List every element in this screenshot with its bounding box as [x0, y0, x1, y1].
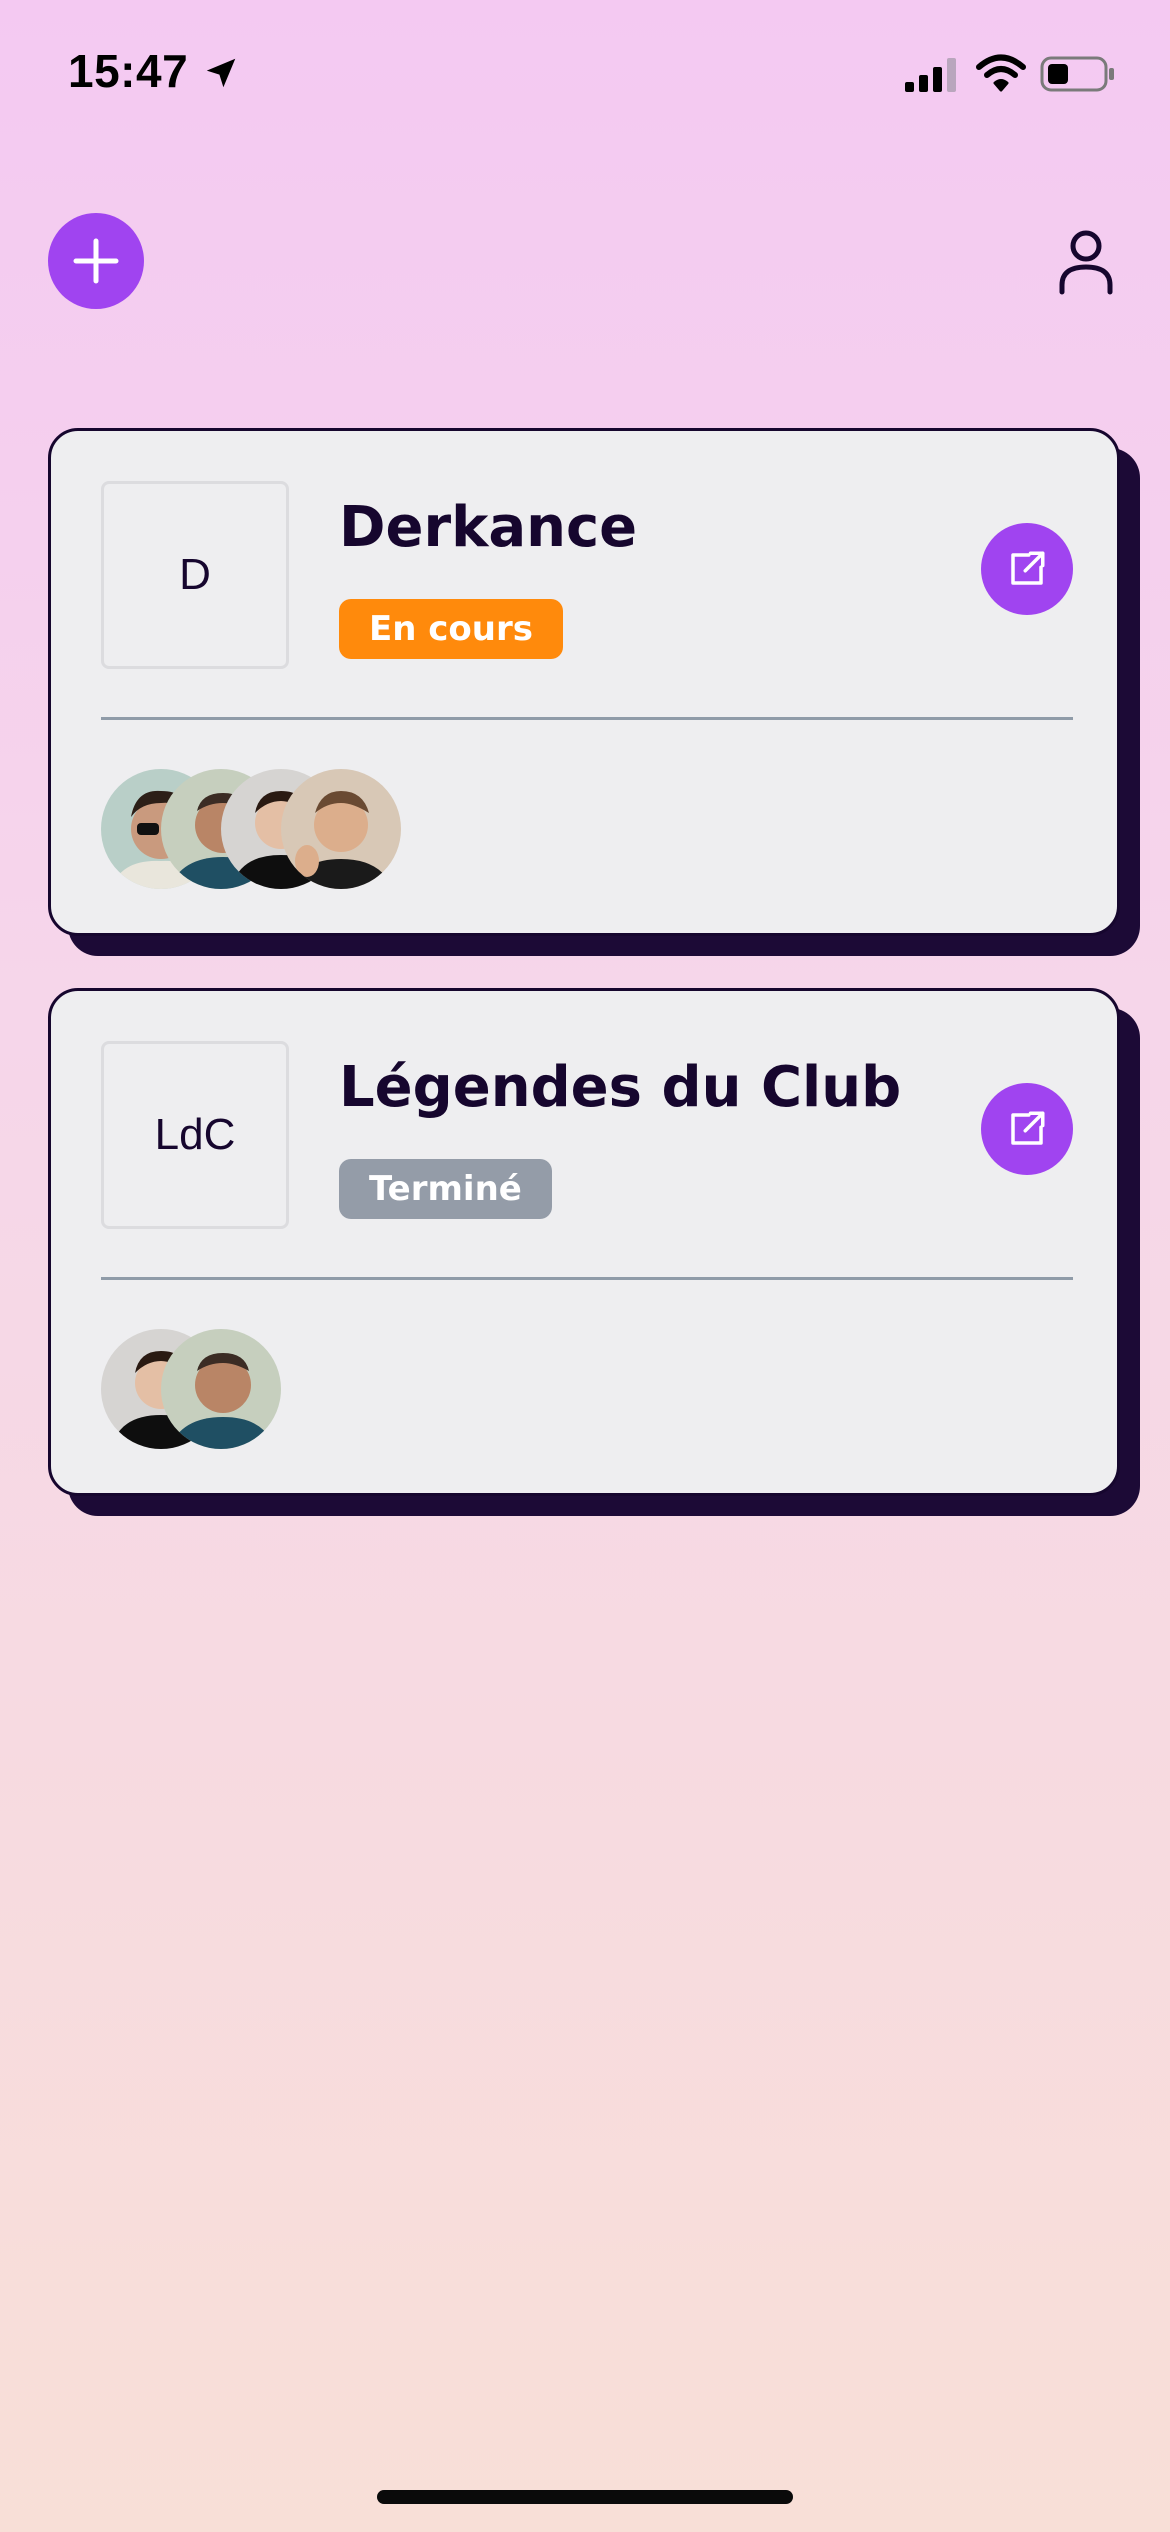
- league-thumbnail: LdC: [101, 1041, 289, 1229]
- league-thumbnail: D: [101, 481, 289, 669]
- league-card[interactable]: D Derkance En cours: [48, 428, 1120, 936]
- profile-button[interactable]: [1050, 226, 1122, 298]
- external-link-icon: [1011, 551, 1045, 585]
- status-badge: Terminé: [339, 1159, 552, 1219]
- plus-icon: [73, 238, 119, 284]
- status-badge: En cours: [339, 599, 563, 659]
- user-icon: [1059, 230, 1113, 295]
- add-league-button[interactable]: [48, 213, 144, 309]
- card-divider: [101, 1277, 1073, 1280]
- avatar: [281, 769, 401, 889]
- location-arrow-icon: [206, 58, 236, 88]
- league-title: Derkance: [339, 495, 638, 560]
- card-divider: [101, 717, 1073, 720]
- cellular-signal-icon: [905, 58, 956, 92]
- open-league-button[interactable]: [981, 1083, 1073, 1175]
- status-time: 15:47: [68, 45, 189, 97]
- battery-icon: [1040, 56, 1114, 92]
- avatar: [161, 1329, 281, 1449]
- wifi-icon: [976, 54, 1026, 92]
- status-bar: 15:47: [0, 0, 1170, 150]
- open-league-button[interactable]: [981, 523, 1073, 615]
- external-link-icon: [1011, 1111, 1045, 1145]
- home-indicator[interactable]: [377, 2490, 793, 2504]
- league-card[interactable]: LdC Légendes du Club Terminé: [48, 988, 1120, 1496]
- league-title: Légendes du Club: [339, 1055, 902, 1120]
